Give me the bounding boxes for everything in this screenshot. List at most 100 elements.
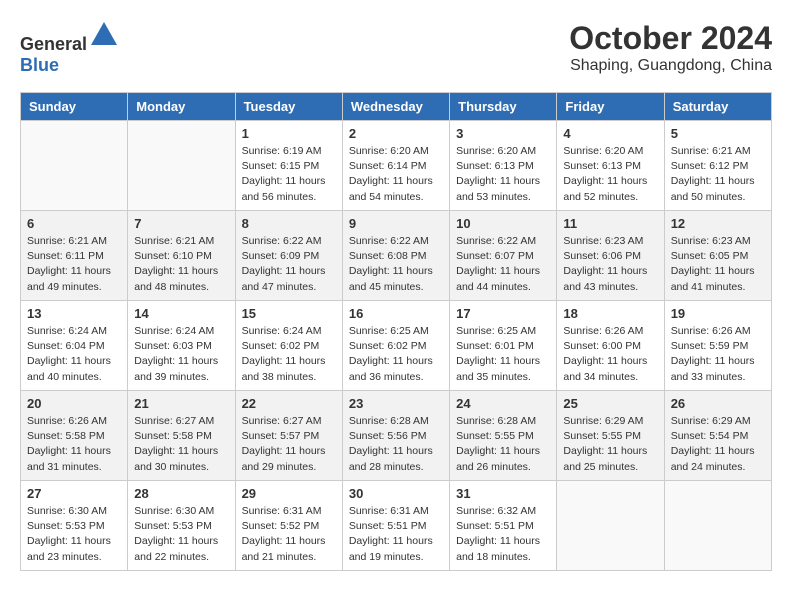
sunrise: Sunrise: 6:27 AM xyxy=(134,415,214,427)
table-row: 6Sunrise: 6:21 AMSunset: 6:11 PMDaylight… xyxy=(21,211,128,301)
sunrise: Sunrise: 6:22 AM xyxy=(349,235,429,247)
sunset: Sunset: 6:03 PM xyxy=(134,340,212,352)
day-info: Sunrise: 6:24 AM Sunset: 6:04 PM Daylight:… xyxy=(27,324,121,385)
day-number: 9 xyxy=(349,216,443,231)
table-row: 10Sunrise: 6:22 AMSunset: 6:07 PMDayligh… xyxy=(450,211,557,301)
sunset: Sunset: 5:54 PM xyxy=(671,430,749,442)
sunset: Sunset: 5:58 PM xyxy=(27,430,105,442)
table-row: 22Sunrise: 6:27 AMSunset: 5:57 PMDayligh… xyxy=(235,391,342,481)
table-row: 20Sunrise: 6:26 AMSunset: 5:58 PMDayligh… xyxy=(21,391,128,481)
sunrise: Sunrise: 6:31 AM xyxy=(242,505,322,517)
day-info: Sunrise: 6:31 AMSunset: 5:52 PMDaylight:… xyxy=(242,504,336,565)
table-row: 9Sunrise: 6:22 AMSunset: 6:08 PMDaylight… xyxy=(342,211,449,301)
daylight: Daylight: 11 hours and 30 minutes. xyxy=(134,445,218,472)
sunset: Sunset: 5:55 PM xyxy=(456,430,534,442)
calendar-week-row: 27 Sunrise: 6:30 AMSunset: 5:53 PMDayligh… xyxy=(21,481,772,571)
day-number: 24 xyxy=(456,396,550,411)
day-info: Sunrise: 6:20 AMSunset: 6:14 PMDaylight:… xyxy=(349,144,443,205)
table-row: 7 Sunrise: 6:21 AMSunset: 6:10 PMDaylight… xyxy=(128,211,235,301)
day-info: Sunrise: 6:30 AMSunset: 5:53 PMDaylight:… xyxy=(27,504,121,565)
sunrise: Sunrise: 6:25 AM xyxy=(349,325,429,337)
day-number: 26 xyxy=(671,396,765,411)
daylight: Daylight: 11 hours and 31 minutes. xyxy=(27,445,111,472)
sunrise: Sunrise: 6:24 AM xyxy=(27,325,107,337)
table-row xyxy=(128,121,235,211)
daylight: Daylight: 11 hours and 40 minutes. xyxy=(27,355,111,382)
daylight: Daylight: 11 hours and 23 minutes. xyxy=(27,535,111,562)
sunset: Sunset: 5:53 PM xyxy=(134,520,212,532)
col-thursday: Thursday xyxy=(450,93,557,121)
day-info: Sunrise: 6:22 AMSunset: 6:07 PMDaylight:… xyxy=(456,234,550,295)
sunset: Sunset: 6:15 PM xyxy=(242,160,320,172)
logo: General Blue xyxy=(20,20,119,76)
day-info: Sunrise: 6:22 AMSunset: 6:09 PMDaylight:… xyxy=(242,234,336,295)
table-row xyxy=(557,481,664,571)
table-row: 30Sunrise: 6:31 AMSunset: 5:51 PMDayligh… xyxy=(342,481,449,571)
day-number: 11 xyxy=(563,216,657,231)
daylight: Daylight: 11 hours and 35 minutes. xyxy=(456,355,540,382)
sunset: Sunset: 6:01 PM xyxy=(456,340,534,352)
sunrise: Sunrise: 6:29 AM xyxy=(671,415,751,427)
day-number: 28 xyxy=(134,486,228,501)
daylight: Daylight: 11 hours and 41 minutes. xyxy=(671,265,755,292)
daylight: Daylight: 11 hours and 34 minutes. xyxy=(563,355,647,382)
sunset: Sunset: 6:13 PM xyxy=(456,160,534,172)
day-info: Sunrise: 6:21 AMSunset: 6:10 PMDaylight:… xyxy=(134,234,228,295)
day-number: 31 xyxy=(456,486,550,501)
daylight: Daylight: 11 hours and 56 minutes. xyxy=(242,175,326,202)
table-row: 27 Sunrise: 6:30 AMSunset: 5:53 PMDayligh… xyxy=(21,481,128,571)
table-row xyxy=(21,121,128,211)
day-info: Sunrise: 6:32 AMSunset: 5:51 PMDaylight:… xyxy=(456,504,550,565)
daylight: Daylight: 11 hours and 39 minutes. xyxy=(134,355,218,382)
day-number: 16 xyxy=(349,306,443,321)
sunrise: Sunrise: 6:19 AM xyxy=(242,145,322,157)
day-number: 23 xyxy=(349,396,443,411)
table-row: 31 Sunrise: 6:32 AMSunset: 5:51 PMDayligh… xyxy=(450,481,557,571)
day-info: Sunrise: 6:25 AMSunset: 6:02 PMDaylight:… xyxy=(349,324,443,385)
day-info: Sunrise: 6:21 AMSunset: 6:12 PMDaylight:… xyxy=(671,144,765,205)
daylight: Daylight: 11 hours and 21 minutes. xyxy=(242,535,326,562)
day-number: 20 xyxy=(27,396,121,411)
day-info: Sunrise: 6:20 AMSunset: 6:13 PMDaylight:… xyxy=(456,144,550,205)
sunset: Sunset: 5:55 PM xyxy=(563,430,641,442)
col-tuesday: Tuesday xyxy=(235,93,342,121)
month-title: October 2024 xyxy=(569,20,772,57)
daylight: Daylight: 11 hours and 50 minutes. xyxy=(671,175,755,202)
table-row: 19Sunrise: 6:26 AMSunset: 5:59 PMDayligh… xyxy=(664,301,771,391)
table-row: 15Sunrise: 6:24 AMSunset: 6:02 PMDayligh… xyxy=(235,301,342,391)
calendar-week-row: 6Sunrise: 6:21 AMSunset: 6:11 PMDaylight… xyxy=(21,211,772,301)
sunset: Sunset: 6:02 PM xyxy=(349,340,427,352)
day-number: 27 xyxy=(27,486,121,501)
day-number: 6 xyxy=(27,216,121,231)
day-number: 1 xyxy=(242,126,336,141)
table-row: 18Sunrise: 6:26 AMSunset: 6:00 PMDayligh… xyxy=(557,301,664,391)
day-number: 3 xyxy=(456,126,550,141)
table-row: 21Sunrise: 6:27 AMSunset: 5:58 PMDayligh… xyxy=(128,391,235,481)
day-number: 13 xyxy=(27,306,121,321)
daylight: Daylight: 11 hours and 53 minutes. xyxy=(456,175,540,202)
sunrise: Sunrise: 6:24 AM xyxy=(242,325,322,337)
sunset: Sunset: 6:04 PM xyxy=(27,340,105,352)
sunrise: Sunrise: 6:28 AM xyxy=(349,415,429,427)
sunset: Sunset: 6:13 PM xyxy=(563,160,641,172)
col-monday: Monday xyxy=(128,93,235,121)
table-row: 11Sunrise: 6:23 AMSunset: 6:06 PMDayligh… xyxy=(557,211,664,301)
sunset: Sunset: 6:07 PM xyxy=(456,250,534,262)
calendar-week-row: 1 Sunrise: 6:19 AM Sunset: 6:15 PM Daylight… xyxy=(21,121,772,211)
table-row: 12Sunrise: 6:23 AMSunset: 6:05 PMDayligh… xyxy=(664,211,771,301)
day-number: 4 xyxy=(563,126,657,141)
calendar-header-row: Sunday Monday Tuesday Wednesday Thursday… xyxy=(21,93,772,121)
col-saturday: Saturday xyxy=(664,93,771,121)
day-info: Sunrise: 6:28 AMSunset: 5:56 PMDaylight:… xyxy=(349,414,443,475)
sunrise: Sunrise: 6:26 AM xyxy=(563,325,643,337)
sunset: Sunset: 6:06 PM xyxy=(563,250,641,262)
daylight: Daylight: 11 hours and 47 minutes. xyxy=(242,265,326,292)
sunrise: Sunrise: 6:23 AM xyxy=(671,235,751,247)
day-info: Sunrise: 6:29 AMSunset: 5:55 PMDaylight:… xyxy=(563,414,657,475)
day-number: 7 xyxy=(134,216,228,231)
table-row: 8 Sunrise: 6:22 AMSunset: 6:09 PMDaylight… xyxy=(235,211,342,301)
day-number: 21 xyxy=(134,396,228,411)
sunrise: Sunrise: 6:23 AM xyxy=(563,235,643,247)
day-number: 8 xyxy=(242,216,336,231)
table-row: 24Sunrise: 6:28 AMSunset: 5:55 PMDayligh… xyxy=(450,391,557,481)
